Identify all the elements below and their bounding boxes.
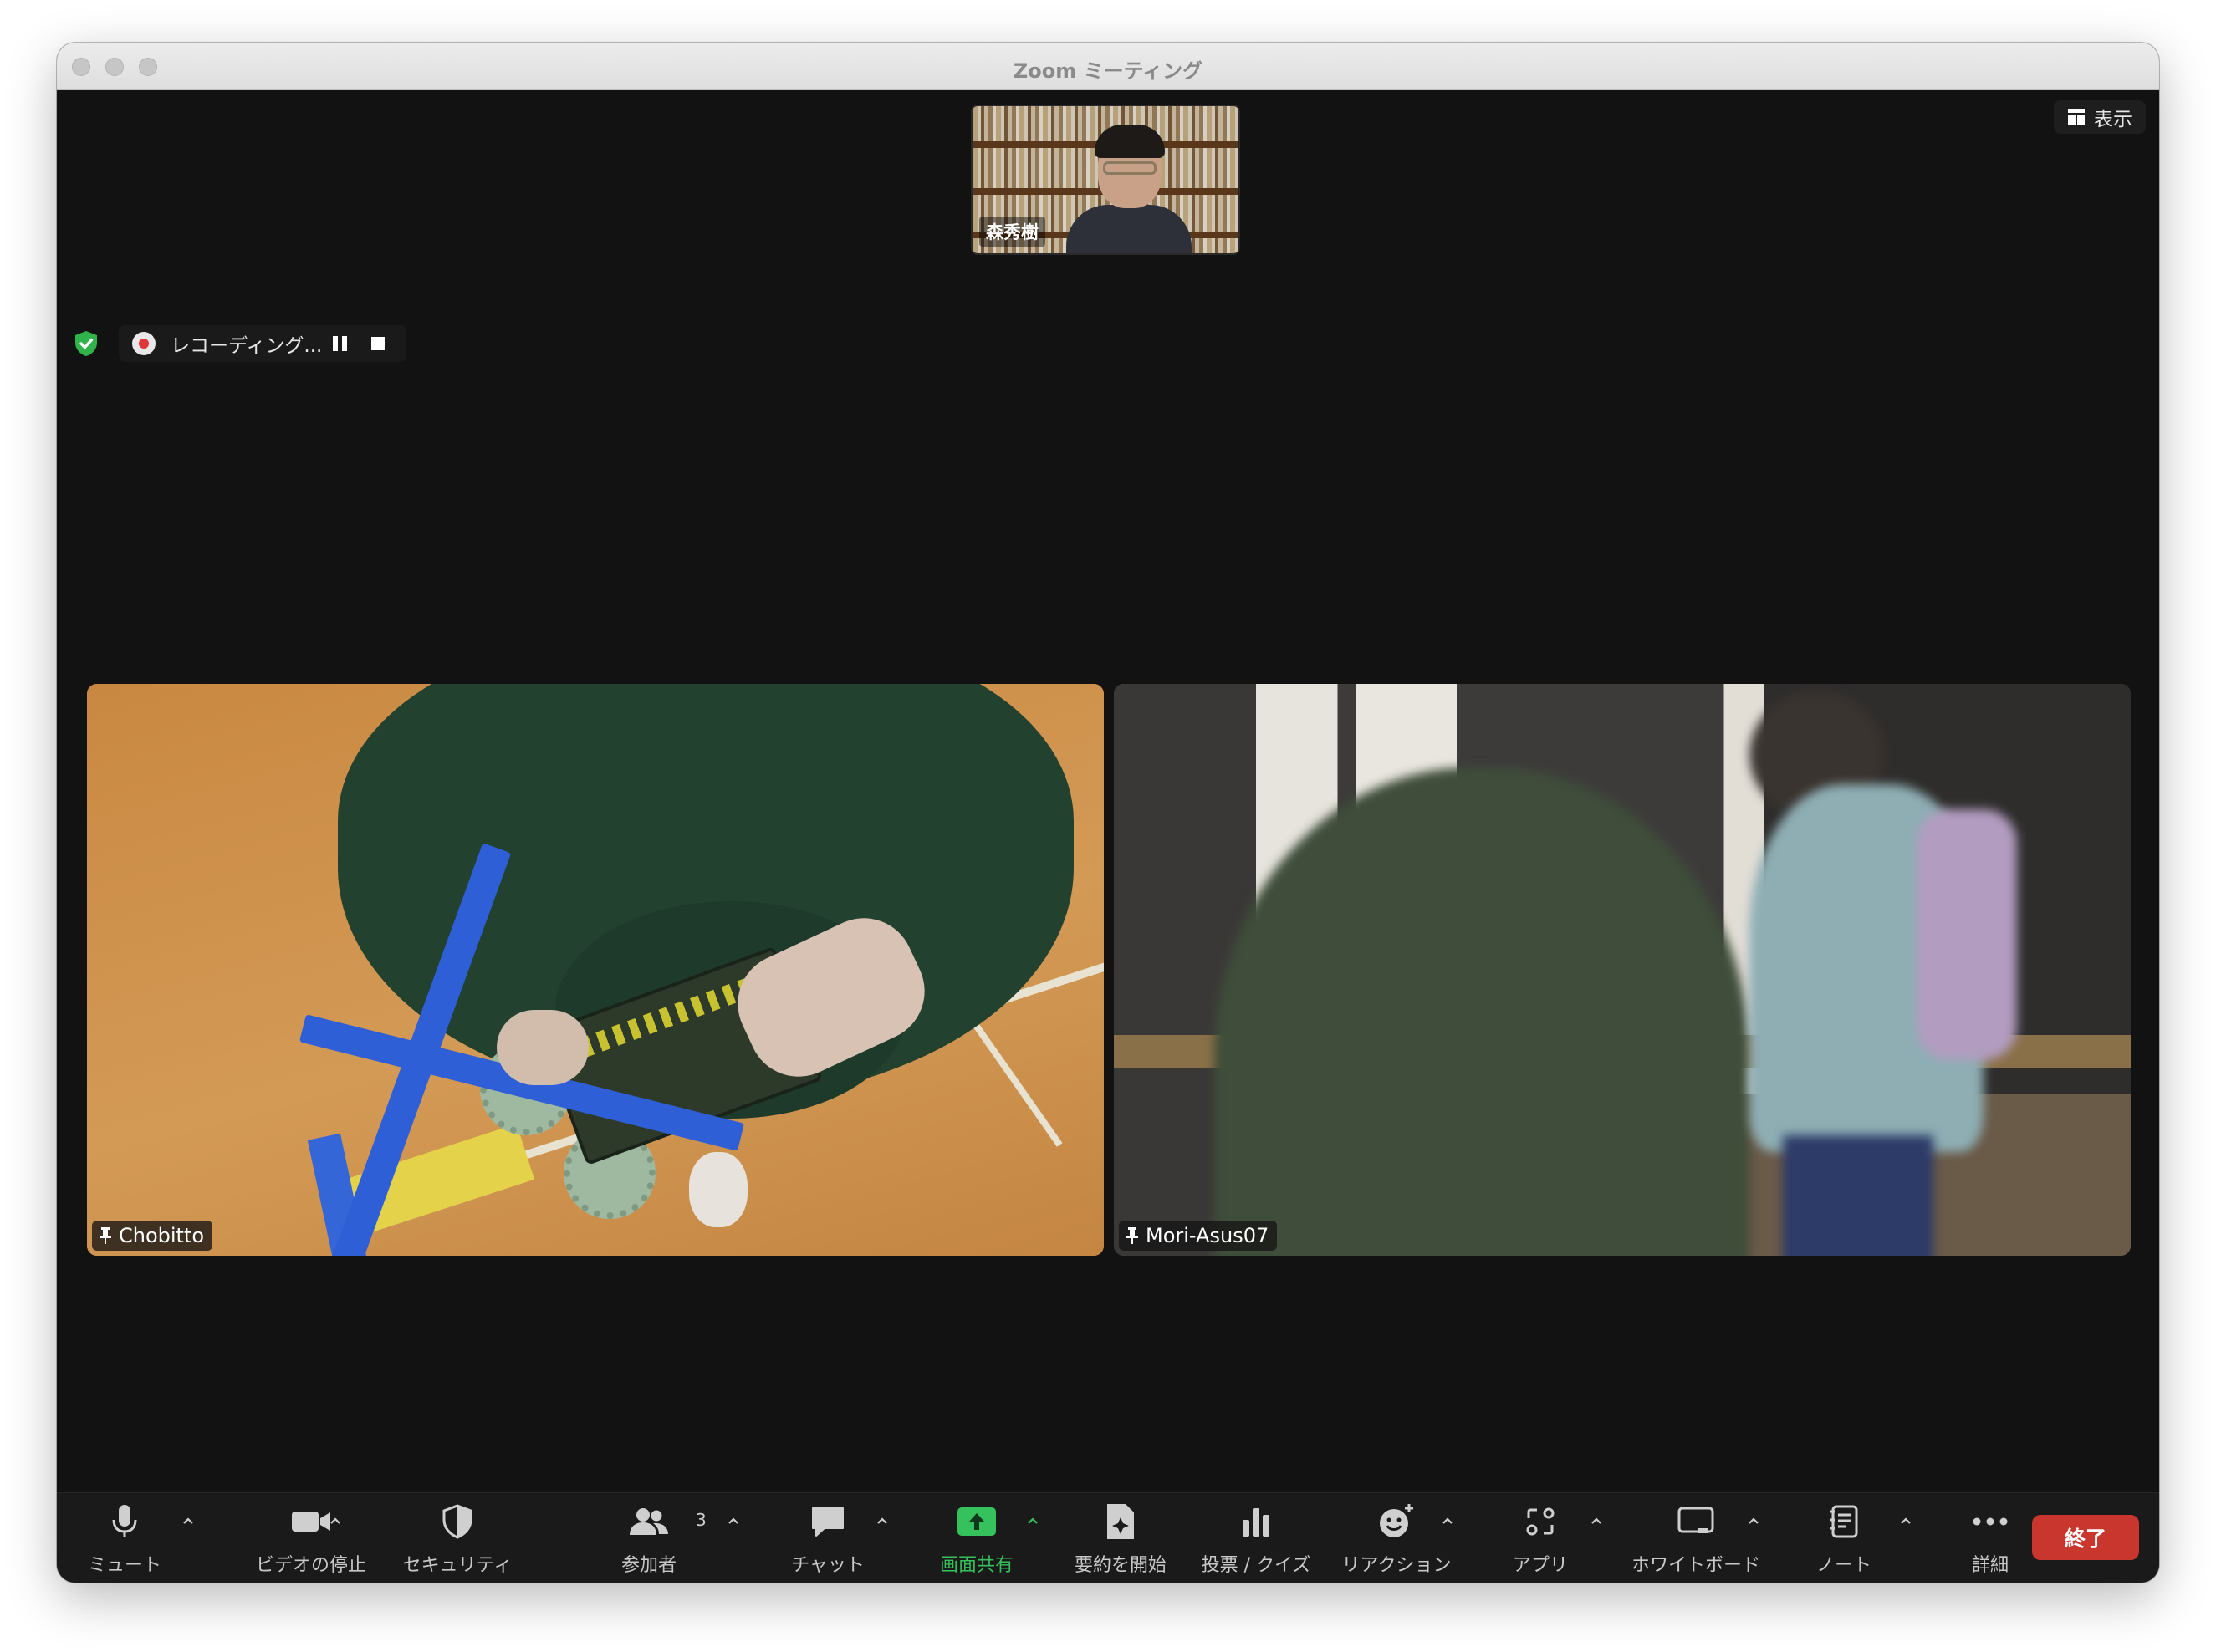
encryption-shield-icon[interactable]: [72, 329, 100, 358]
apps-options-caret[interactable]: [1585, 1510, 1607, 1532]
notes-button[interactable]: ノート: [1798, 1493, 1890, 1583]
chat-options-caret[interactable]: [871, 1510, 893, 1532]
chevron-up-icon: [877, 1517, 887, 1524]
chevron-up-icon: [1901, 1517, 1911, 1524]
security-button[interactable]: セキュリティ: [395, 1493, 520, 1583]
video-options-caret[interactable]: [324, 1510, 346, 1532]
reactions-button[interactable]: リアクション: [1338, 1493, 1455, 1583]
apps-button[interactable]: アプリ: [1490, 1493, 1591, 1583]
view-button[interactable]: 表示: [2054, 100, 2146, 134]
more-dots-icon: [1973, 1517, 2008, 1526]
whiteboard-icon: [1677, 1507, 1714, 1533]
more-button[interactable]: 詳細: [1948, 1493, 2032, 1583]
participant-name: Chobitto: [119, 1224, 205, 1247]
participants-button[interactable]: 参加者: [607, 1493, 691, 1583]
window-title: Zoom ミーティング: [1013, 59, 1203, 83]
reactions-options-caret[interactable]: [1437, 1510, 1458, 1532]
start-summary-button[interactable]: 要約を開始: [1062, 1493, 1179, 1583]
apps-icon: [1526, 1507, 1555, 1536]
video-tile-mori-asus07[interactable]: Mori-Asus07: [1114, 684, 2131, 1256]
self-video-thumbnail[interactable]: 森秀樹: [971, 105, 1240, 255]
whiteboard-button[interactable]: ホワイトボード: [1622, 1493, 1769, 1583]
recording-status: レコーディング...: [171, 335, 323, 357]
chat-button[interactable]: チャット: [778, 1493, 878, 1583]
ai-summary-icon: [1107, 1504, 1134, 1539]
notes-options-caret[interactable]: [1895, 1510, 1917, 1532]
recording-indicator: レコーディング...: [119, 325, 406, 362]
microphone-icon: [112, 1505, 137, 1537]
title-bar: Zoom ミーティング: [57, 43, 2159, 90]
view-button-label: 表示: [2094, 109, 2132, 130]
chevron-up-icon: [728, 1517, 738, 1524]
participants-count: 3: [696, 1510, 707, 1530]
bar-chart-icon: [1243, 1508, 1269, 1537]
meeting-toolbar: ミュート ビデオの停止 セキュリティ 参加者 3 チャット 画面共有 要約を開始…: [57, 1492, 2159, 1583]
participant-name-tag: Chobitto: [92, 1221, 213, 1251]
participant-name-tag: Mori-Asus07: [1119, 1221, 1278, 1251]
chevron-up-icon: [183, 1517, 193, 1524]
meeting-stage: 表示 森秀樹 レコーディング... Chobitto Mori-Asus07: [57, 90, 2159, 1535]
polls-quiz-button[interactable]: 投票 / クイズ: [1197, 1493, 1315, 1583]
chevron-up-icon: [1028, 1517, 1038, 1524]
participants-options-caret[interactable]: [722, 1510, 744, 1532]
stop-recording-button[interactable]: [371, 337, 385, 350]
mute-button[interactable]: ミュート: [87, 1493, 162, 1583]
chevron-up-icon: [1749, 1517, 1759, 1524]
share-screen-button[interactable]: 画面共有: [927, 1493, 1027, 1583]
chevron-up-icon: [1442, 1517, 1453, 1524]
stop-video-button[interactable]: ビデオの停止: [227, 1493, 395, 1583]
chevron-up-icon: [1591, 1517, 1601, 1524]
grid-icon: [2068, 109, 2085, 125]
recording-dot-icon: [132, 332, 156, 355]
participants-icon: [630, 1508, 668, 1535]
mute-options-caret[interactable]: [177, 1510, 199, 1532]
pin-icon: [100, 1227, 111, 1244]
video-tile-chobitto[interactable]: Chobitto: [87, 684, 1104, 1256]
thumbnail-name: 森秀樹: [979, 217, 1045, 247]
whiteboard-options-caret[interactable]: [1743, 1510, 1764, 1532]
chat-bubble-icon: [812, 1507, 844, 1537]
pause-recording-button[interactable]: [333, 336, 350, 351]
notes-icon: [1830, 1505, 1858, 1538]
end-meeting-button[interactable]: 終了: [2032, 1515, 2139, 1560]
share-screen-icon: [957, 1507, 996, 1536]
share-options-caret[interactable]: [1022, 1510, 1044, 1532]
pin-icon: [1126, 1227, 1138, 1244]
chevron-up-icon: [330, 1517, 340, 1524]
shield-icon: [442, 1504, 472, 1539]
zoom-window: Zoom ミーティング 表示 森秀樹 レコーディング... Chobitto M…: [57, 43, 2159, 1583]
participant-name: Mori-Asus07: [1146, 1224, 1269, 1247]
emoji-reaction-icon: [1380, 1504, 1413, 1537]
